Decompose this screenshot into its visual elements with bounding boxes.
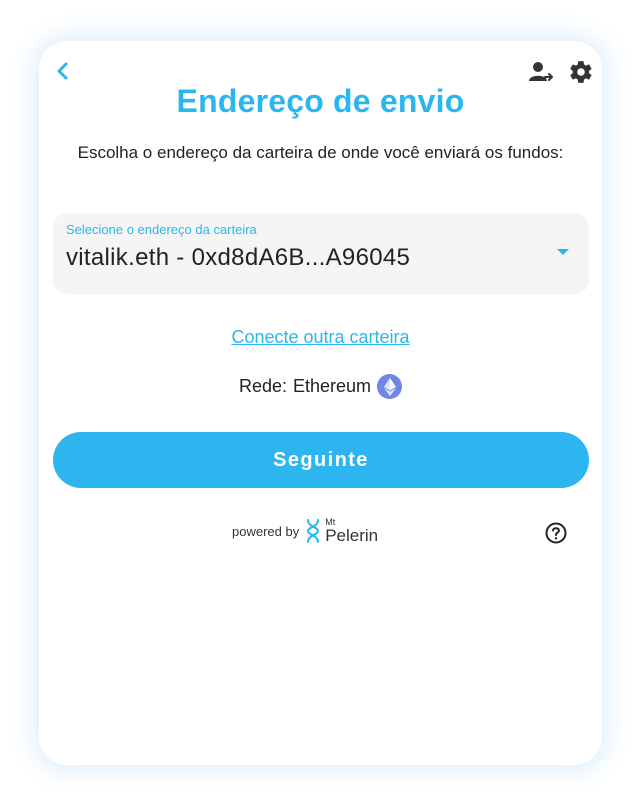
mt-pelerin-logo: Mt Pelerin bbox=[305, 518, 378, 544]
brand-name: Pelerin bbox=[325, 526, 379, 545]
user-switch-icon bbox=[529, 62, 553, 81]
next-button[interactable]: Seguinte bbox=[53, 432, 589, 488]
powered-by: powered by Mt Pelerin bbox=[232, 518, 378, 545]
connect-another-wallet-link[interactable]: Conecte outra carteira bbox=[39, 327, 602, 348]
network-label: Rede: bbox=[238, 376, 287, 396]
header-actions bbox=[528, 59, 594, 85]
send-address-card: Endereço de envio Escolha o endereço da … bbox=[39, 41, 602, 765]
mt-pelerin-logo-mark bbox=[307, 519, 320, 543]
gear-icon bbox=[570, 61, 592, 83]
chevron-left-icon bbox=[57, 62, 68, 80]
help-icon bbox=[545, 522, 567, 544]
wallet-select-value: vitalik.eth - 0xd8dA6B...A96045 bbox=[66, 244, 411, 271]
back-button[interactable] bbox=[51, 59, 75, 83]
page-title: Endereço de envio bbox=[176, 83, 465, 119]
account-button[interactable] bbox=[528, 59, 554, 85]
settings-button[interactable] bbox=[568, 59, 594, 85]
dropdown-caret-icon bbox=[557, 249, 569, 255]
wallet-select-label: Selecione o endereço da carteira bbox=[66, 222, 257, 237]
help-button[interactable] bbox=[545, 522, 567, 544]
ethereum-icon bbox=[377, 374, 403, 399]
wallet-address-select[interactable]: Selecione o endereço da carteira vitalik… bbox=[53, 213, 589, 294]
page-subtitle: Escolha o endereço da carteira de onde v… bbox=[77, 143, 564, 162]
network-value: Ethereum bbox=[293, 376, 372, 396]
network-row: Rede: Ethereum bbox=[39, 374, 602, 399]
powered-by-text: powered by bbox=[232, 523, 300, 539]
